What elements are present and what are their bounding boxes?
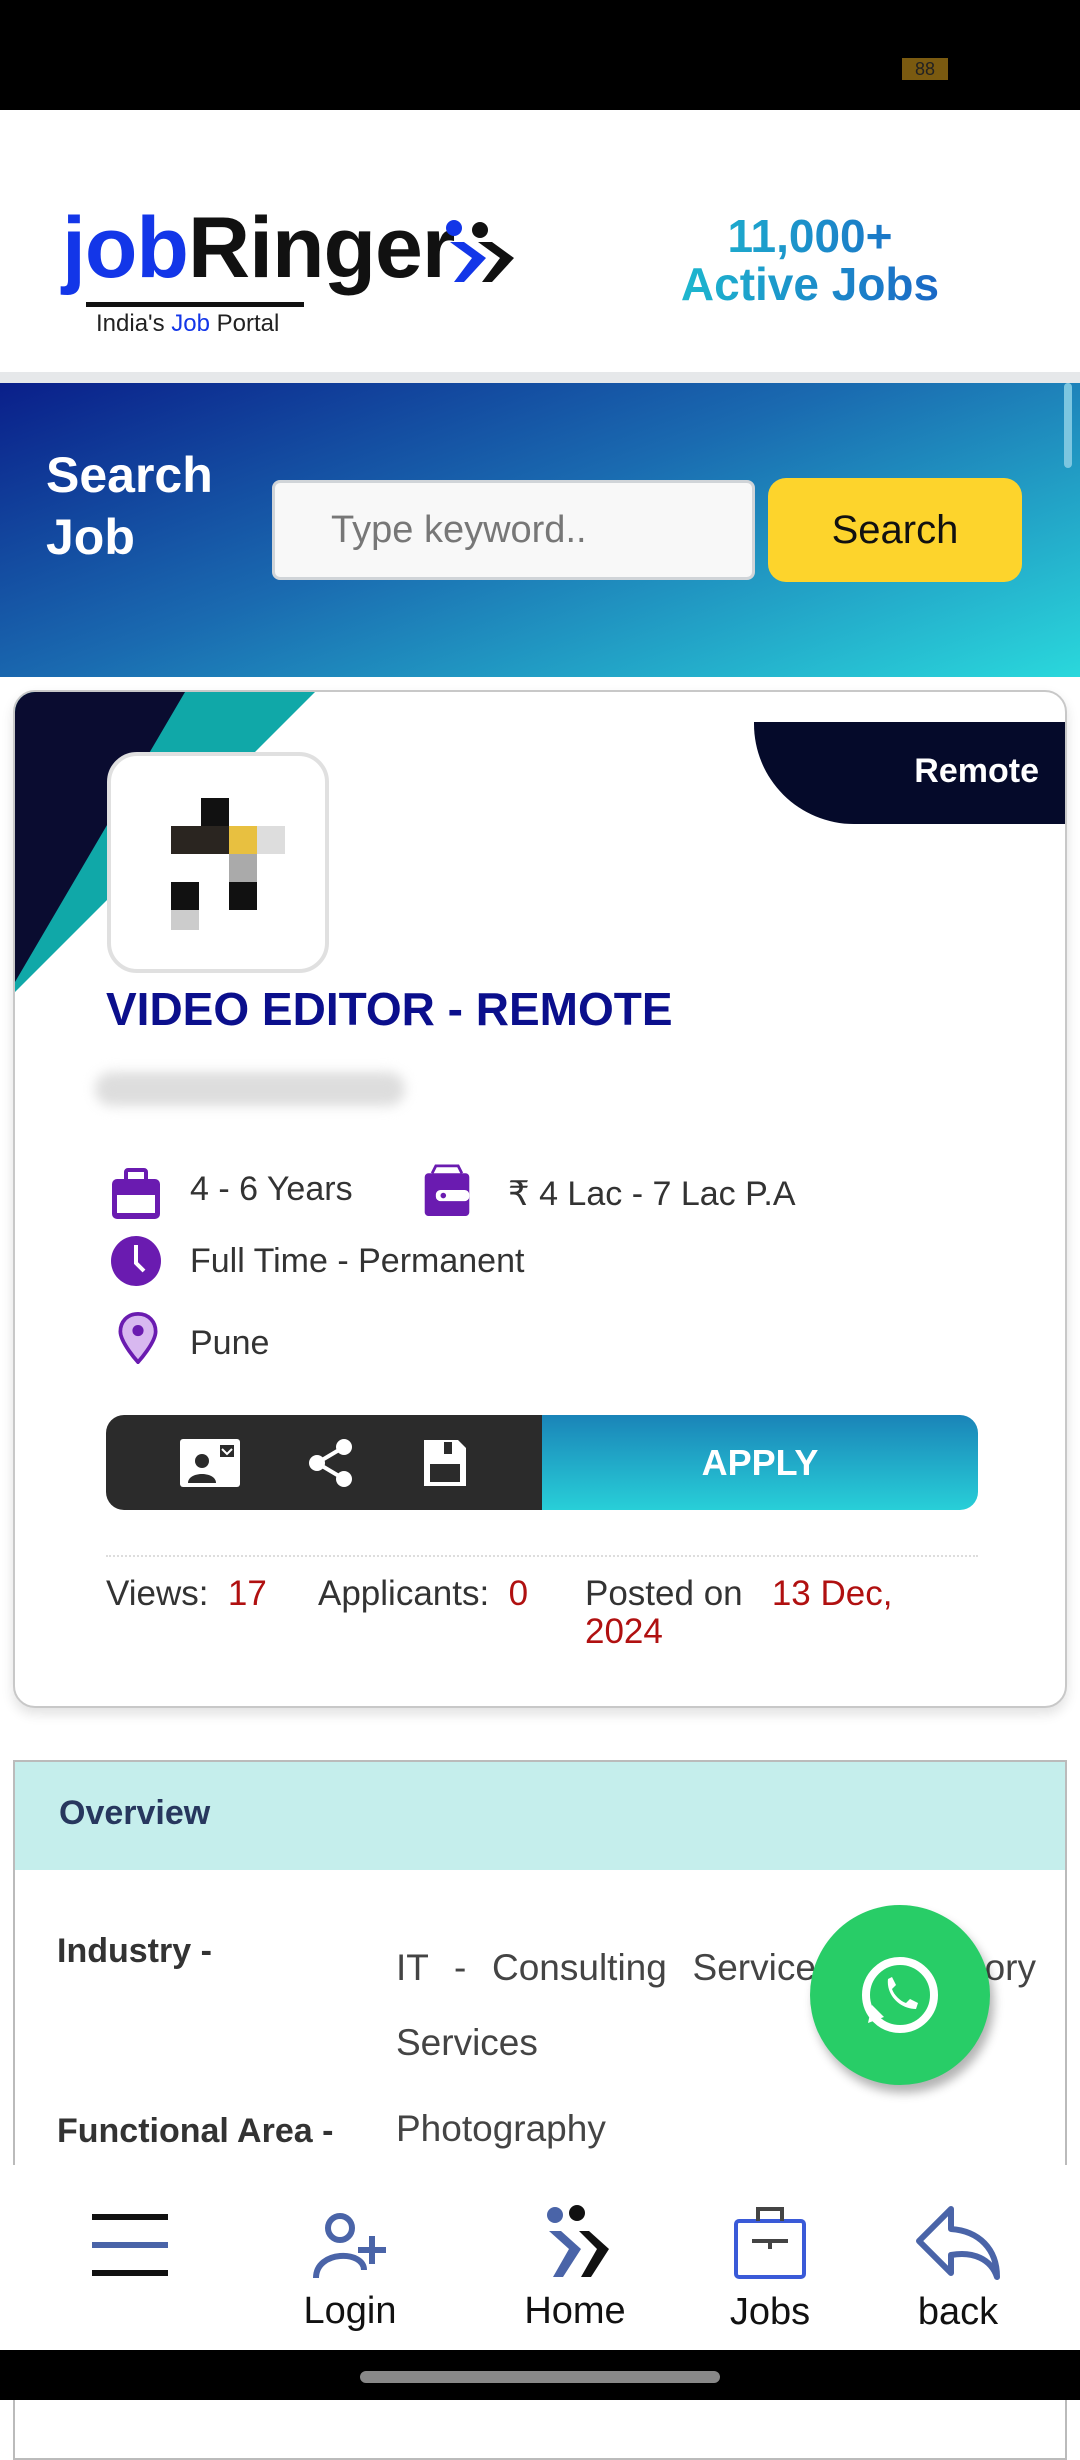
wallet-icon — [424, 1164, 470, 1216]
save-icon[interactable] — [422, 1438, 468, 1488]
salary: ₹ 4 Lac - 7 Lac P.A — [508, 1175, 796, 1213]
job-type: Full Time - Permanent — [190, 1242, 525, 1280]
job-title[interactable]: VIDEO EDITOR - REMOTE — [106, 982, 673, 1036]
nav-login[interactable]: Login — [280, 2210, 420, 2333]
views-stat: Views: 17 — [106, 1574, 267, 1613]
briefcase-icon — [734, 2207, 806, 2279]
whatsapp-icon — [862, 1957, 938, 2033]
clock-icon — [111, 1236, 161, 1286]
briefcase-icon — [112, 1168, 160, 1219]
functional-area-value: Photography — [396, 2108, 606, 2149]
logo-chevron-icon — [446, 220, 514, 282]
company-name-blurred — [95, 1072, 405, 1106]
job-card: Remote VIDEO EDITOR - REMOTE 4 - 6 Years… — [13, 690, 1067, 1708]
nav-jobs[interactable]: Jobs — [700, 2205, 840, 2334]
nav-back[interactable]: back — [888, 2205, 1028, 2334]
whatsapp-button[interactable] — [810, 1905, 990, 2085]
logo-underline — [86, 302, 304, 307]
applicants-stat: Applicants: 0 — [318, 1574, 529, 1613]
job-action-bar: APPLY — [106, 1415, 978, 1510]
scrollbar[interactable] — [1064, 383, 1072, 468]
remote-badge: Remote — [754, 722, 1065, 824]
apply-button[interactable]: APPLY — [542, 1415, 978, 1510]
bottom-nav: Login Home Jobs back — [0, 2165, 1080, 2350]
home-gesture-handle[interactable] — [360, 2371, 720, 2383]
overview-heading: Overview — [15, 1762, 1065, 1870]
posted-date: Posted on 13 Dec, 2024 — [585, 1574, 893, 1651]
battery-indicator: 88 — [902, 58, 948, 80]
user-plus-icon — [313, 2213, 386, 2279]
site-logo[interactable]: jobRinger — [62, 205, 455, 291]
status-bar — [0, 0, 1080, 110]
search-input[interactable] — [272, 480, 755, 580]
divider — [0, 372, 1080, 383]
location-pin-icon — [118, 1312, 158, 1364]
back-arrow-icon — [916, 2206, 1000, 2280]
logo-tagline: India's Job Portal — [96, 310, 280, 337]
experience: 4 - 6 Years — [190, 1170, 353, 1208]
search-button[interactable]: Search — [768, 478, 1022, 582]
active-jobs-count: 11,000+ Active Jobs — [640, 212, 980, 308]
divider — [106, 1555, 978, 1557]
company-logo — [107, 752, 329, 973]
action-icons — [106, 1415, 542, 1510]
nav-menu[interactable] — [70, 2205, 190, 2295]
menu-icon — [92, 2214, 168, 2276]
share-icon[interactable] — [308, 1438, 354, 1488]
functional-area-label: Functional Area - — [57, 2112, 334, 2150]
location: Pune — [190, 1324, 270, 1362]
search-heading: Search Job — [46, 447, 213, 565]
nav-home[interactable]: Home — [505, 2205, 645, 2333]
contact-card-icon[interactable] — [180, 1438, 240, 1487]
home-logo-icon — [547, 2205, 609, 2277]
industry-label: Industry - — [57, 1932, 212, 1970]
